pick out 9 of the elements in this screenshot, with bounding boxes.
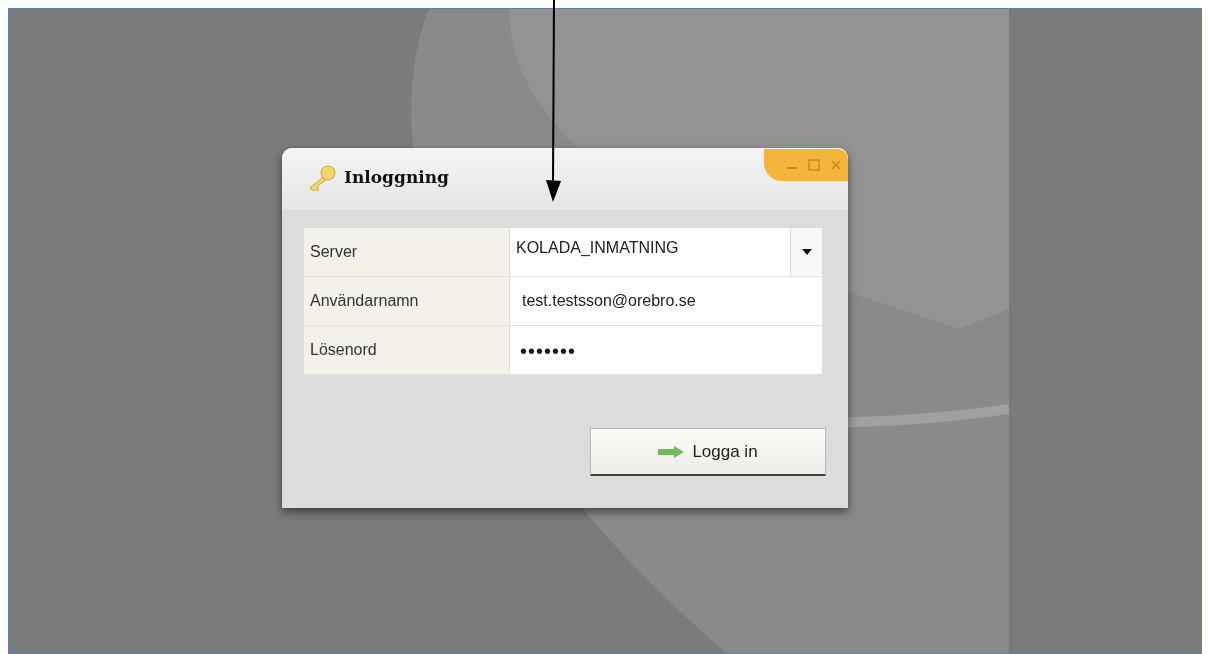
window-title: Inloggning — [344, 166, 449, 190]
maximize-icon[interactable] — [808, 159, 820, 171]
close-icon[interactable] — [830, 159, 842, 171]
login-button[interactable]: Logga in — [590, 428, 826, 476]
server-dropdown[interactable]: KOLADA_INMATNING — [510, 228, 822, 276]
username-field[interactable]: test.testsson@orebro.se — [510, 277, 822, 325]
dropdown-caret-icon — [801, 249, 812, 255]
password-field[interactable]: ••••••• — [510, 326, 822, 374]
right-arrow-icon — [658, 445, 685, 458]
